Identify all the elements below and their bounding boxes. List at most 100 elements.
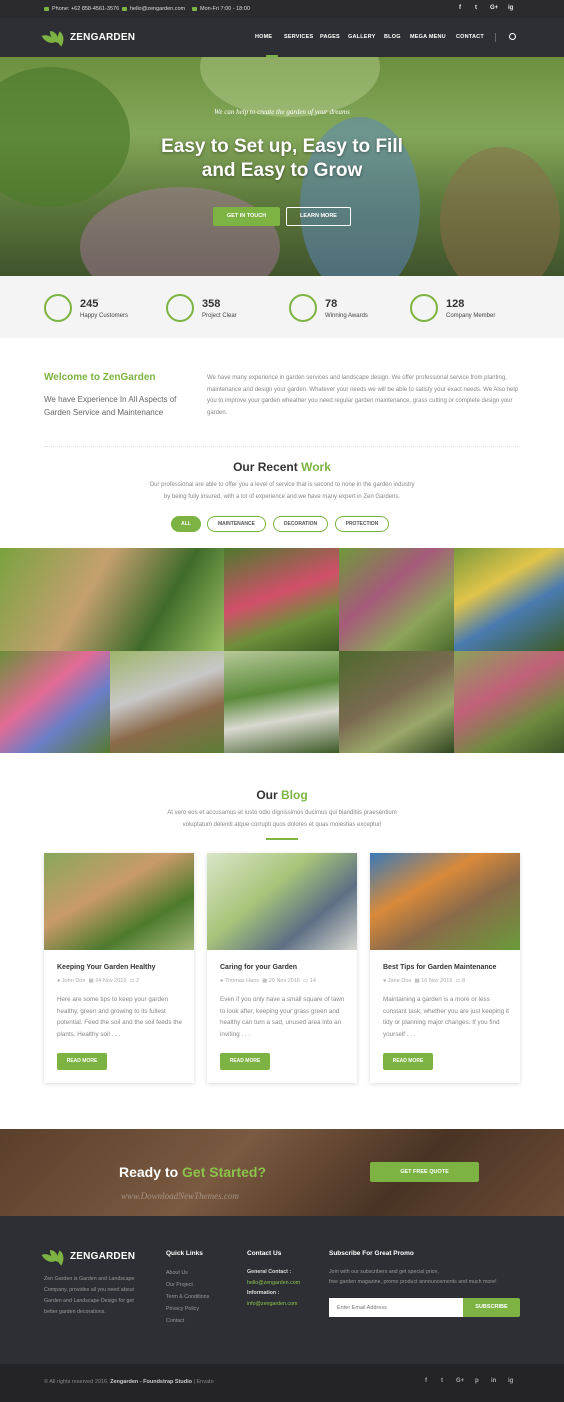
filter-all[interactable]: ALL	[171, 516, 201, 532]
blog-title[interactable]: Best Tips for Garden Maintenance	[383, 964, 496, 971]
main-navbar: ZENGARDEN HOME SERVICES PAGES GALLERY BL…	[0, 18, 564, 57]
instagram-icon[interactable]: ig	[508, 5, 513, 11]
brand-name: ZENGARDEN	[70, 31, 136, 43]
cta-title: Ready to Get Started?	[119, 1164, 266, 1180]
nav-gallery[interactable]: GALLERY	[348, 34, 375, 40]
gallery-item[interactable]	[224, 651, 339, 753]
welcome-title: Welcome to ZenGarden	[44, 372, 156, 383]
subscribe-button[interactable]: SUBSCRIBE	[463, 1298, 520, 1317]
blog-image[interactable]	[370, 853, 520, 950]
copyright-brand[interactable]: Zengarden - Foundstrap Studio	[110, 1379, 192, 1385]
flower-icon	[166, 294, 194, 322]
quick-links-title: Quick Links	[166, 1250, 203, 1257]
copyright-text: © All rights reserved 2016. Zengarden - …	[44, 1379, 214, 1385]
cta-banner: Ready to Get Started? www.DownloadNewThe…	[0, 1129, 564, 1216]
learn-more-button[interactable]: LEARN MORE	[286, 207, 351, 226]
gallery-item[interactable]	[339, 651, 454, 753]
stat-item: 78 Winning Awards	[289, 294, 368, 322]
hero-title-line: Easy to Set up, Easy to Fill	[161, 136, 403, 157]
gallery-item[interactable]	[224, 548, 339, 651]
subscribe-title: Subscribe For Great Promo	[329, 1250, 414, 1257]
subscribe-line: free garden magazine, promo product anno…	[329, 1279, 497, 1285]
text-line: by being fully insured, with a lot of ex…	[163, 493, 401, 500]
blog-image[interactable]	[44, 853, 194, 950]
blog-comments: 14	[309, 978, 316, 984]
phone-info: Phone: +62 858-4561-3576	[44, 6, 119, 12]
email-subscribe-input[interactable]	[329, 1298, 463, 1317]
site-logo[interactable]: ZENGARDEN	[41, 31, 136, 47]
stats-bar: 245 Happy Customers 358 Project Clear 78 Wi…	[0, 276, 564, 338]
google-plus-icon[interactable]: G+	[456, 1378, 464, 1384]
phone-text: Phone: +62 858-4561-3576	[52, 6, 120, 12]
gallery-item[interactable]	[110, 651, 224, 753]
blog-meta: ● Thomas Hans ▦ 20 Nov 2016 ▭ 14	[220, 978, 316, 984]
linkedin-icon[interactable]: in	[491, 1378, 496, 1384]
stat-item: 245 Happy Customers	[44, 294, 128, 322]
nav-blog[interactable]: BLOG	[384, 34, 401, 40]
google-plus-icon[interactable]: G+	[490, 5, 498, 11]
work-section-title: Our Recent Work	[0, 460, 564, 474]
copyright-notice: © All rights reserved 2016.	[44, 1379, 109, 1385]
footer-link[interactable]: Our Project	[166, 1279, 209, 1291]
blog-card: Keeping Your Garden Healthy ● John Doe ▦…	[44, 853, 194, 1083]
read-more-button[interactable]: READ MORE	[57, 1053, 107, 1070]
stat-label: Happy Customers	[80, 312, 129, 319]
section-divider	[44, 446, 520, 447]
blog-image[interactable]	[207, 853, 357, 950]
nav-pages[interactable]: PAGES	[320, 34, 340, 40]
footer-link[interactable]: Term & Conditions	[166, 1291, 209, 1303]
footer-logo[interactable]: ZENGARDEN	[41, 1250, 135, 1266]
get-in-touch-button[interactable]: GET IN TOUCH	[213, 207, 280, 226]
blog-title[interactable]: Keeping Your Garden Healthy	[57, 964, 156, 971]
nav-mega-menu[interactable]: MEGA MENU	[410, 34, 446, 40]
welcome-subtitle: We have Experience In All Aspects of Gar…	[44, 395, 177, 417]
facebook-icon[interactable]: f	[459, 5, 461, 11]
text-line: At vero eos et accusamus et iusto odio d…	[167, 810, 397, 816]
nav-services[interactable]: SERVICES	[284, 34, 313, 40]
read-more-button[interactable]: READ MORE	[220, 1053, 270, 1070]
contact-info: General Contact : hello@zengarden.com In…	[247, 1267, 300, 1309]
hours-info: Mon-Fri 7:00 - 18:00	[192, 6, 250, 12]
subscribe-line: Join with our subscribers and get specia…	[329, 1269, 439, 1275]
nav-home[interactable]: HOME	[255, 34, 272, 40]
search-icon[interactable]	[509, 33, 516, 40]
gallery-item[interactable]	[0, 651, 110, 753]
instagram-icon[interactable]: ig	[508, 1378, 513, 1384]
email-info[interactable]: hello@zengarden.com	[122, 6, 185, 12]
gallery-item[interactable]	[0, 548, 224, 651]
blog-card: Caring for your Garden ● Thomas Hans ▦ 2…	[207, 853, 357, 1083]
blog-meta: ● Jane Doe ▦ 16 Nov 2016 ▭ 8	[383, 978, 466, 984]
filter-protection[interactable]: PROTECTION	[335, 516, 389, 532]
footer-link[interactable]: Contact	[166, 1315, 209, 1327]
text-line: voluptatum deleniti atque corrupti quos …	[182, 821, 382, 828]
watermark: www.DownloadNewThemes.com	[121, 1191, 239, 1201]
twitter-icon[interactable]: t	[441, 1378, 443, 1384]
gallery-item[interactable]	[454, 548, 564, 651]
filter-decoration[interactable]: DECORATION	[273, 516, 328, 532]
contact-email[interactable]: info@zengarden.com	[247, 1299, 300, 1310]
contact-email[interactable]: hello@zengarden.com	[247, 1278, 300, 1289]
award-icon	[289, 294, 317, 322]
phone-icon	[44, 7, 49, 11]
gallery-item[interactable]	[339, 548, 454, 651]
blog-excerpt: Even if you only have a small square of …	[220, 996, 345, 1038]
copyright-bar: © All rights reserved 2016. Zengarden - …	[0, 1364, 564, 1402]
get-free-quote-button[interactable]: GET FREE QUOTE	[370, 1162, 479, 1182]
hero-title: Easy to Set up, Easy to Fill and Easy to …	[0, 135, 564, 183]
contact-label: General Contact :	[247, 1269, 292, 1275]
stat-label: Winning Awards	[325, 312, 368, 319]
read-more-button[interactable]: READ MORE	[383, 1053, 433, 1070]
facebook-icon[interactable]: f	[425, 1378, 427, 1384]
blog-title[interactable]: Caring for your Garden	[220, 964, 297, 971]
twitter-icon[interactable]: t	[475, 5, 477, 11]
pinterest-icon[interactable]: p	[475, 1378, 479, 1384]
gallery-item[interactable]	[454, 651, 564, 753]
footer-link[interactable]: Privacy Policy	[166, 1303, 209, 1315]
email-text[interactable]: hello@zengarden.com	[130, 6, 185, 12]
hours-text: Mon-Fri 7:00 - 18:00	[200, 6, 250, 12]
leaf-logo-icon	[41, 31, 68, 47]
title-accent: Work	[301, 460, 331, 474]
filter-maintenance[interactable]: MAINTENANCE	[207, 516, 266, 532]
nav-contact[interactable]: CONTACT	[456, 34, 484, 40]
footer-link[interactable]: About Us	[166, 1267, 209, 1279]
